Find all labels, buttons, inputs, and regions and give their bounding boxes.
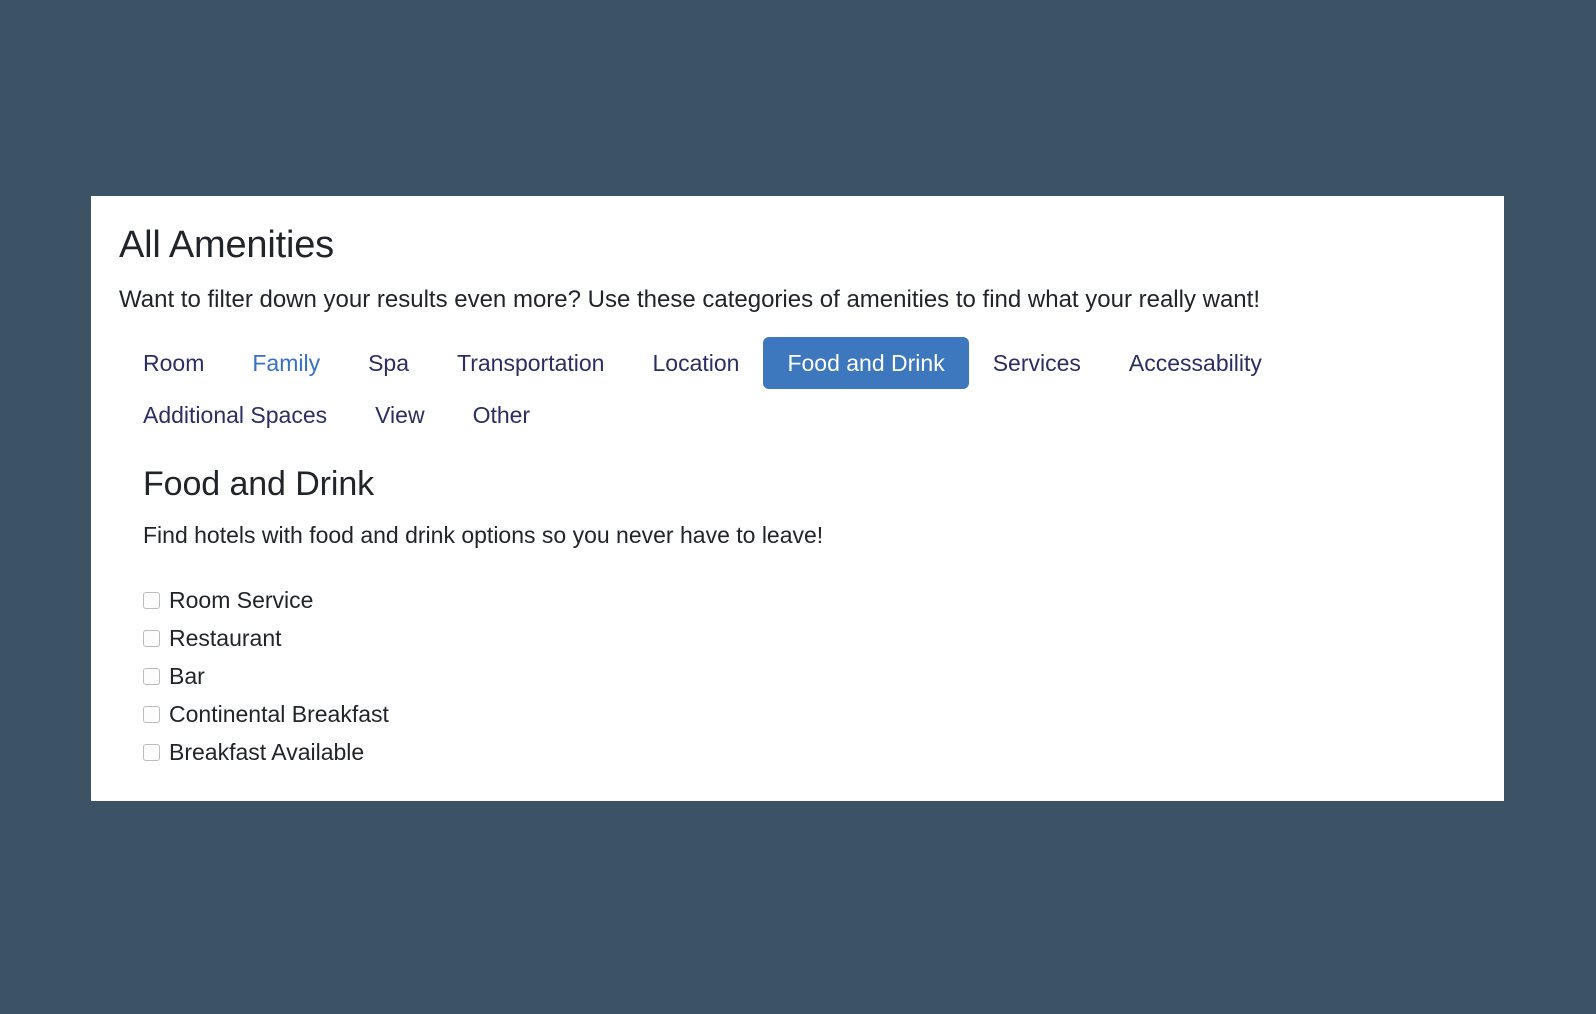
checkbox-icon[interactable]: [143, 591, 160, 609]
tab-accessability[interactable]: Accessability: [1105, 337, 1286, 389]
section-title: Food and Drink: [143, 465, 375, 503]
amenity-label[interactable]: Restaurant: [169, 624, 282, 652]
tab-family[interactable]: Family: [228, 337, 344, 389]
page-title: All Amenities: [119, 224, 334, 266]
tab-services[interactable]: Services: [969, 337, 1105, 389]
tab-label: Family: [252, 350, 321, 376]
amenity-row: Continental Breakfast: [143, 695, 1470, 733]
checkbox-icon[interactable]: [143, 705, 160, 723]
amenity-label[interactable]: Room Service: [169, 586, 313, 614]
tab-label: Accessability: [1128, 350, 1262, 376]
tab-label: Transportation: [457, 350, 605, 376]
amenity-label[interactable]: Breakfast Available: [169, 738, 364, 766]
tab-room[interactable]: Room: [119, 337, 228, 389]
page-stage: All Amenities Want to filter down your r…: [0, 0, 1596, 1014]
page-subtitle: Want to filter down your results even mo…: [119, 286, 1260, 313]
tab-location[interactable]: Location: [628, 337, 763, 389]
tab-view[interactable]: View: [351, 389, 448, 441]
amenity-section: Food and Drink Find hotels with food and…: [119, 463, 1470, 771]
amenity-category-tabs: Room Family Spa Transportation Location Food …: [119, 337, 1449, 441]
tab-other[interactable]: Other: [449, 389, 555, 441]
amenity-row: Room Service: [143, 581, 1470, 619]
section-description: Find hotels with food and drink options …: [143, 522, 824, 548]
amenity-row: Restaurant: [143, 619, 1470, 657]
amenity-row: Breakfast Available: [143, 733, 1470, 771]
tab-label: View: [375, 402, 425, 428]
tab-label: Additional Spaces: [143, 402, 328, 428]
tab-label: Location: [652, 350, 740, 376]
checkbox-icon[interactable]: [143, 743, 160, 761]
tab-transportation[interactable]: Transportation: [433, 337, 628, 389]
all-amenities-card: All Amenities Want to filter down your r…: [91, 196, 1504, 801]
tab-label: Other: [472, 402, 531, 428]
amenity-row: Bar: [143, 657, 1470, 695]
tab-label: Food and Drink: [787, 350, 945, 376]
tab-label: Room: [143, 350, 205, 376]
amenity-label[interactable]: Continental Breakfast: [169, 700, 389, 728]
tab-label: Spa: [368, 350, 410, 376]
checkbox-icon[interactable]: [143, 667, 160, 685]
tab-additional-spaces[interactable]: Additional Spaces: [119, 389, 351, 441]
amenity-checkbox-list: Room Service Restaurant Bar Continental Bre…: [143, 581, 1470, 771]
tab-spa[interactable]: Spa: [344, 337, 433, 389]
tab-food-and-drink[interactable]: Food and Drink: [763, 337, 969, 389]
amenity-label[interactable]: Bar: [169, 662, 205, 690]
checkbox-icon[interactable]: [143, 629, 160, 647]
tab-label: Services: [992, 350, 1081, 376]
